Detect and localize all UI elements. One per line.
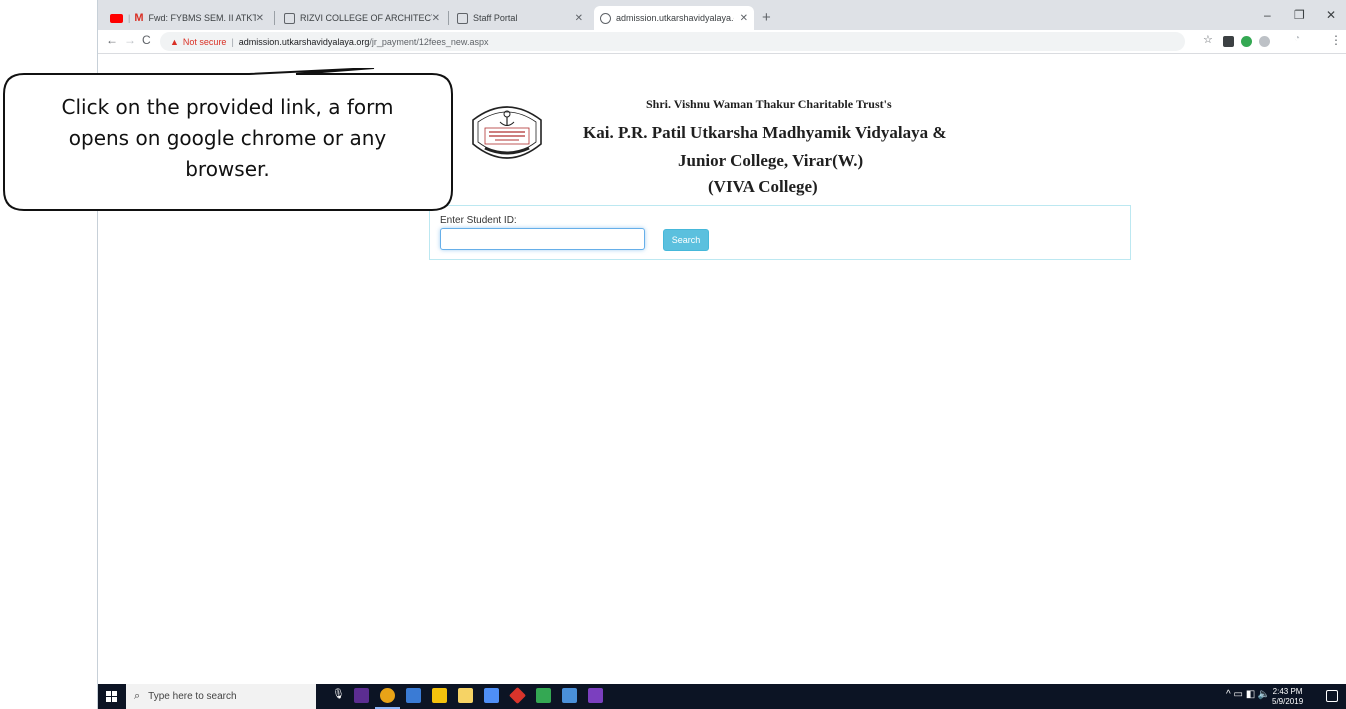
warning-icon: ▲ bbox=[170, 36, 179, 47]
clock-date: 5/9/2019 bbox=[1272, 697, 1304, 706]
student-id-label: Enter Student ID: bbox=[440, 215, 517, 226]
address-bar[interactable]: ▲ Not secure | admission.utkarshavidyala… bbox=[160, 32, 1185, 51]
callout-text: Click on the provided link, a form opens… bbox=[61, 95, 394, 181]
system-tray[interactable]: ^ ▭ ◧ 🔈 bbox=[1226, 689, 1270, 700]
url-path: /jr_payment/12fees_new.aspx bbox=[369, 36, 489, 47]
windows-taskbar: ⌕ Type here to search 🎙 ^ ▭ ◧ 🔈 2:43 PM … bbox=[98, 684, 1346, 709]
student-id-input[interactable] bbox=[440, 228, 645, 250]
search-icon: ⌕ bbox=[134, 690, 141, 702]
bookmark-star-icon[interactable]: ☆ bbox=[1203, 33, 1213, 46]
visual-studio-icon[interactable] bbox=[354, 688, 369, 703]
app-icon[interactable] bbox=[484, 688, 499, 703]
youtube-icon bbox=[110, 13, 123, 23]
student-search-panel: Enter Student ID: Search bbox=[429, 205, 1131, 260]
omnibox-divider: | bbox=[231, 36, 234, 47]
school-name-line1: Kai. P.R. Patil Utkarsha Madhyamik Vidya… bbox=[583, 123, 947, 142]
school-name-line3: (VIVA College) bbox=[708, 177, 818, 196]
app-icon[interactable] bbox=[509, 687, 526, 704]
tab-staff-portal[interactable]: Staff Portal ✕ bbox=[451, 6, 589, 30]
globe-icon bbox=[600, 12, 611, 24]
app-icon[interactable] bbox=[536, 688, 551, 703]
tab-label: Staff Portal bbox=[473, 13, 518, 23]
close-icon[interactable]: ✕ bbox=[256, 13, 264, 24]
tab-rizvi[interactable]: RIZVI COLLEGE OF ARCHITECTUI ✕ bbox=[278, 6, 446, 30]
search-button[interactable]: Search bbox=[663, 229, 709, 251]
app-icon[interactable] bbox=[588, 688, 603, 703]
notification-icon[interactable] bbox=[1326, 690, 1338, 702]
school-name-line2: Junior College, Virar(W.) bbox=[678, 151, 864, 170]
close-icon[interactable]: ✕ bbox=[575, 13, 583, 24]
tab-label: Fwd: FYBMS SEM. II ATKT CHOIC bbox=[148, 13, 256, 23]
chrome-icon[interactable] bbox=[380, 688, 395, 703]
page-icon bbox=[284, 12, 295, 24]
navigation-bar: ← → C ▲ Not secure | admission.utkarshav… bbox=[98, 30, 1346, 54]
taskbar-search-box[interactable]: ⌕ Type here to search bbox=[126, 684, 316, 709]
tab-separator bbox=[448, 11, 449, 25]
extension-icon[interactable]: ◔ bbox=[1294, 33, 1300, 44]
sticky-notes-icon[interactable] bbox=[432, 688, 447, 703]
file-explorer-icon[interactable] bbox=[458, 688, 473, 703]
forward-icon[interactable]: → bbox=[124, 33, 136, 47]
tab-label: admission.utkarshavidyalaya.org bbox=[616, 13, 734, 23]
extension-icon[interactable] bbox=[1259, 36, 1270, 47]
security-label[interactable]: Not secure bbox=[183, 37, 227, 47]
gmail-icon: M bbox=[134, 12, 144, 24]
tab-admission[interactable]: admission.utkarshavidyalaya.org ✕ bbox=[594, 6, 754, 30]
restore-icon[interactable]: ❐ bbox=[1294, 8, 1305, 22]
new-tab-button[interactable]: + bbox=[762, 9, 771, 26]
microphone-icon[interactable]: 🎙 bbox=[332, 689, 345, 700]
app-icon[interactable] bbox=[406, 688, 421, 703]
minimize-icon[interactable]: – bbox=[1264, 8, 1271, 22]
url-host: admission.utkarshavidyalaya.org bbox=[238, 36, 370, 47]
tab-divider: | bbox=[128, 13, 131, 23]
tab-strip: | M Fwd: FYBMS SEM. II ATKT CHOIC ✕ RIZV… bbox=[98, 0, 1346, 30]
extension-icon[interactable] bbox=[1223, 36, 1234, 47]
college-logo bbox=[472, 106, 542, 159]
tab-gmail[interactable]: | M Fwd: FYBMS SEM. II ATKT CHOIC ✕ bbox=[104, 6, 270, 30]
close-icon[interactable]: ✕ bbox=[740, 13, 748, 24]
close-icon[interactable]: ✕ bbox=[432, 13, 440, 24]
taskbar-search-placeholder: Type here to search bbox=[148, 691, 237, 702]
windows-start-icon[interactable] bbox=[106, 691, 117, 702]
tab-separator bbox=[274, 11, 275, 25]
app-icon[interactable] bbox=[562, 688, 577, 703]
clock-time: 2:43 PM bbox=[1272, 687, 1303, 696]
grammarly-icon[interactable] bbox=[1241, 36, 1252, 47]
menu-icon[interactable]: ⋮ bbox=[1330, 33, 1342, 47]
back-icon[interactable]: ← bbox=[106, 33, 118, 47]
trust-name: Shri. Vishnu Waman Thakur Charitable Tru… bbox=[646, 97, 892, 111]
reload-icon[interactable]: C bbox=[142, 33, 151, 47]
window-close-icon[interactable]: ✕ bbox=[1326, 8, 1336, 22]
tab-label: RIZVI COLLEGE OF ARCHITECTUI bbox=[300, 13, 432, 23]
page-icon bbox=[457, 12, 468, 24]
clock[interactable]: 2:43 PM 5/9/2019 bbox=[1272, 687, 1303, 707]
